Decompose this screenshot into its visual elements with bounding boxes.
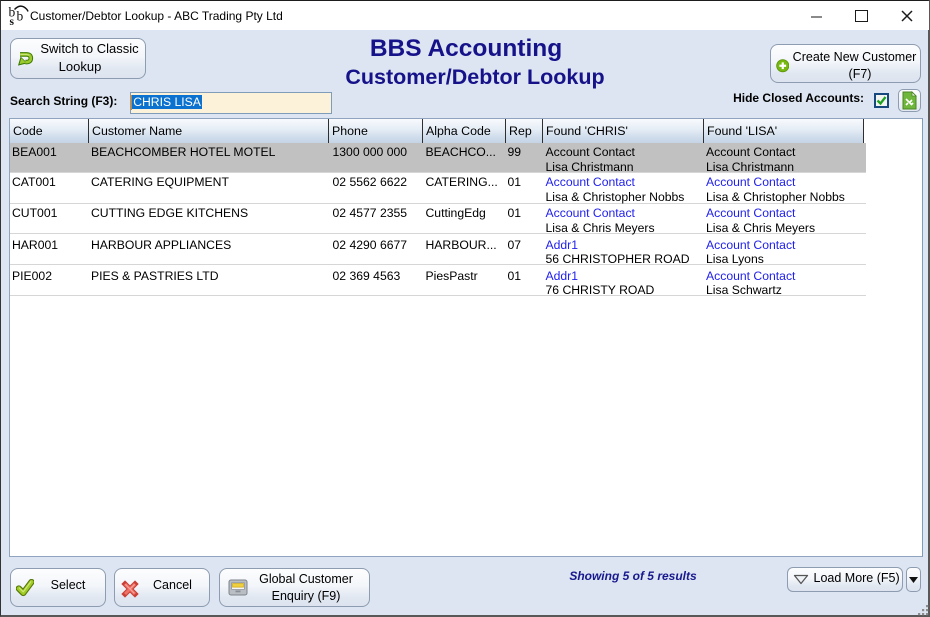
svg-text:b: b [17, 9, 24, 24]
svg-text:s: s [10, 16, 15, 28]
